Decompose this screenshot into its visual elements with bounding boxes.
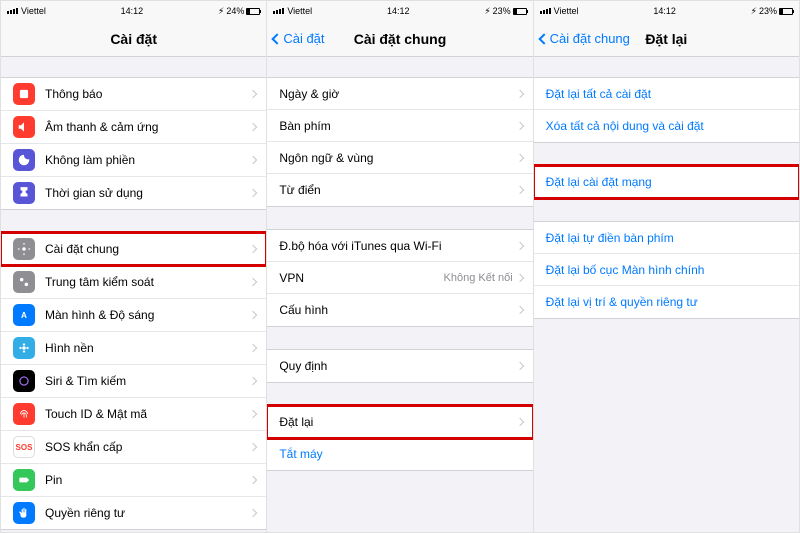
general-list[interactable]: Ngày & giờ Bàn phím Ngôn ngữ & vùng Từ đ… — [267, 57, 532, 532]
battery-pct: 24% — [226, 6, 244, 16]
signal-icon — [273, 8, 284, 14]
chevron-right-icon — [249, 90, 257, 98]
row-reset[interactable]: Đặt lại — [267, 406, 532, 438]
chevron-right-icon — [515, 273, 523, 281]
row-reset-location[interactable]: Đặt lại vị trí & quyền riêng tư — [534, 286, 799, 318]
row-shutdown[interactable]: Tắt máy — [267, 438, 532, 470]
row-vpn[interactable]: VPNKhông Kết nối — [267, 262, 532, 294]
charging-icon: ⚡︎ — [218, 6, 224, 17]
chevron-right-icon — [249, 377, 257, 385]
row-itunes-sync[interactable]: Đ.bộ hóa với iTunes qua Wi-Fi — [267, 230, 532, 262]
row-control-center[interactable]: Trung tâm kiểm soát — [1, 266, 266, 299]
page-title: Đặt lại — [645, 31, 687, 47]
page-title: Cài đặt chung — [354, 31, 447, 47]
fingerprint-icon — [13, 403, 35, 425]
chevron-right-icon — [249, 123, 257, 131]
chevron-right-icon — [249, 509, 257, 517]
hand-icon — [13, 502, 35, 524]
row-erase-all[interactable]: Xóa tất cả nội dung và cài đặt — [534, 110, 799, 142]
chevron-right-icon — [515, 241, 523, 249]
chevron-right-icon — [515, 121, 523, 129]
row-profile[interactable]: Cấu hình — [267, 294, 532, 326]
row-wallpaper[interactable]: Hình nền — [1, 332, 266, 365]
chevron-left-icon — [538, 33, 549, 44]
chevron-right-icon — [249, 278, 257, 286]
battery-icon — [513, 8, 527, 15]
row-reset-home[interactable]: Đặt lại bố cục Màn hình chính — [534, 254, 799, 286]
signal-icon — [7, 8, 18, 14]
chevron-right-icon — [249, 476, 257, 484]
row-sos[interactable]: SOS SOS khẩn cấp — [1, 431, 266, 464]
clock: 14:12 — [121, 6, 144, 16]
sound-icon — [13, 116, 35, 138]
row-date[interactable]: Ngày & giờ — [267, 78, 532, 110]
row-privacy[interactable]: Quyền riêng tư — [1, 497, 266, 529]
chevron-right-icon — [515, 362, 523, 370]
chevron-left-icon — [272, 33, 283, 44]
signal-icon — [540, 8, 551, 14]
settings-panel: Viettel 14:12 ⚡︎ 24% Cài đặt Thông báo Â… — [1, 1, 267, 532]
row-reset-all[interactable]: Đặt lại tất cả cài đặt — [534, 78, 799, 110]
battery-icon — [246, 8, 260, 15]
notifications-icon — [13, 83, 35, 105]
battery-row-icon — [13, 469, 35, 491]
reset-list[interactable]: Đặt lại tất cả cài đặt Xóa tất cả nội du… — [534, 57, 799, 532]
status-bar: Viettel 14:12 ⚡︎23% — [267, 1, 532, 21]
clock: 14:12 — [653, 6, 676, 16]
chevron-right-icon — [249, 156, 257, 164]
chevron-right-icon — [249, 189, 257, 197]
switches-icon — [13, 271, 35, 293]
row-battery[interactable]: Pin — [1, 464, 266, 497]
carrier-label: Viettel — [21, 6, 46, 16]
status-bar: Viettel 14:12 ⚡︎23% — [534, 1, 799, 21]
row-dnd[interactable]: Không làm phiền — [1, 144, 266, 177]
gear-icon — [13, 238, 35, 260]
row-notifications[interactable]: Thông báo — [1, 78, 266, 111]
row-keyboard[interactable]: Bàn phím — [267, 110, 532, 142]
chevron-right-icon — [249, 245, 257, 253]
chevron-right-icon — [249, 344, 257, 352]
moon-icon — [13, 149, 35, 171]
status-bar: Viettel 14:12 ⚡︎ 24% — [1, 1, 266, 21]
nav-bar: Cài đặt chung Đặt lại — [534, 21, 799, 57]
general-panel: Viettel 14:12 ⚡︎23% Cài đặt Cài đặt chun… — [267, 1, 533, 532]
chevron-right-icon — [515, 153, 523, 161]
chevron-right-icon — [249, 311, 257, 319]
display-icon: A — [13, 304, 35, 326]
chevron-right-icon — [249, 443, 257, 451]
flower-icon — [13, 337, 35, 359]
chevron-right-icon — [515, 89, 523, 97]
row-touchid[interactable]: Touch ID & Mật mã — [1, 398, 266, 431]
back-button[interactable]: Cài đặt chung — [540, 31, 630, 46]
chevron-right-icon — [515, 306, 523, 314]
row-siri[interactable]: Siri & Tìm kiếm — [1, 365, 266, 398]
chevron-right-icon — [249, 410, 257, 418]
nav-bar: Cài đặt — [1, 21, 266, 57]
row-sound[interactable]: Âm thanh & cảm ứng — [1, 111, 266, 144]
row-regulatory[interactable]: Quy định — [267, 350, 532, 382]
siri-icon — [13, 370, 35, 392]
chevron-right-icon — [515, 417, 523, 425]
chevron-right-icon — [515, 186, 523, 194]
reset-panel: Viettel 14:12 ⚡︎23% Cài đặt chung Đặt lạ… — [534, 1, 799, 532]
row-dictionary[interactable]: Từ điển — [267, 174, 532, 206]
svg-text:A: A — [21, 311, 27, 320]
row-language[interactable]: Ngôn ngữ & vùng — [267, 142, 532, 174]
row-reset-network[interactable]: Đặt lại cài đặt mạng — [534, 166, 799, 198]
hourglass-icon — [13, 182, 35, 204]
sos-icon: SOS — [13, 436, 35, 458]
row-general[interactable]: Cài đặt chung — [1, 233, 266, 266]
row-reset-keyboard-dict[interactable]: Đặt lại tự điền bàn phím — [534, 222, 799, 254]
nav-bar: Cài đặt Cài đặt chung — [267, 21, 532, 57]
battery-icon — [779, 8, 793, 15]
page-title: Cài đặt — [110, 31, 157, 47]
clock: 14:12 — [387, 6, 410, 16]
row-screentime[interactable]: Thời gian sử dụng — [1, 177, 266, 209]
settings-list[interactable]: Thông báo Âm thanh & cảm ứng Không làm p… — [1, 57, 266, 532]
back-button[interactable]: Cài đặt — [273, 31, 324, 46]
row-display[interactable]: A Màn hình & Độ sáng — [1, 299, 266, 332]
